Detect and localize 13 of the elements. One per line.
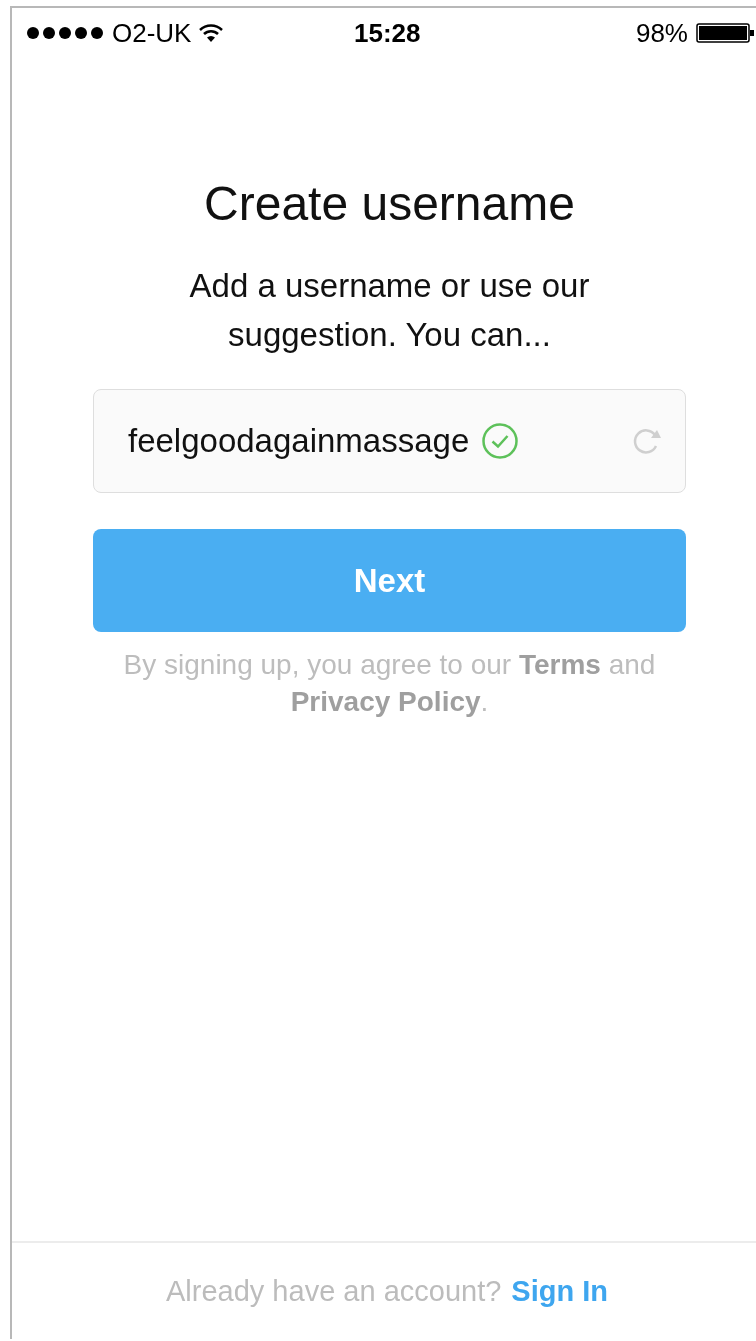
account-prompt: Already have an account? bbox=[166, 1274, 502, 1308]
refresh-icon[interactable] bbox=[631, 426, 663, 456]
username-field[interactable]: feelgoodagainmassage bbox=[93, 389, 686, 493]
instructions-text: Add a username or use our suggestion. You can... bbox=[188, 266, 591, 355]
terms-text: By signing up, you agree to our Terms and Privacy Policy. bbox=[122, 648, 657, 719]
page-title: Create username bbox=[204, 176, 575, 231]
wifi-icon bbox=[199, 24, 224, 42]
next-button[interactable]: Next bbox=[93, 529, 686, 632]
status-time: 15:28 bbox=[354, 17, 421, 49]
signal-icon bbox=[26, 26, 104, 40]
carrier-name: O2-UK bbox=[112, 17, 192, 49]
battery-percent: 98% bbox=[635, 17, 688, 49]
sign-in-link[interactable]: Sign In bbox=[511, 1274, 608, 1308]
